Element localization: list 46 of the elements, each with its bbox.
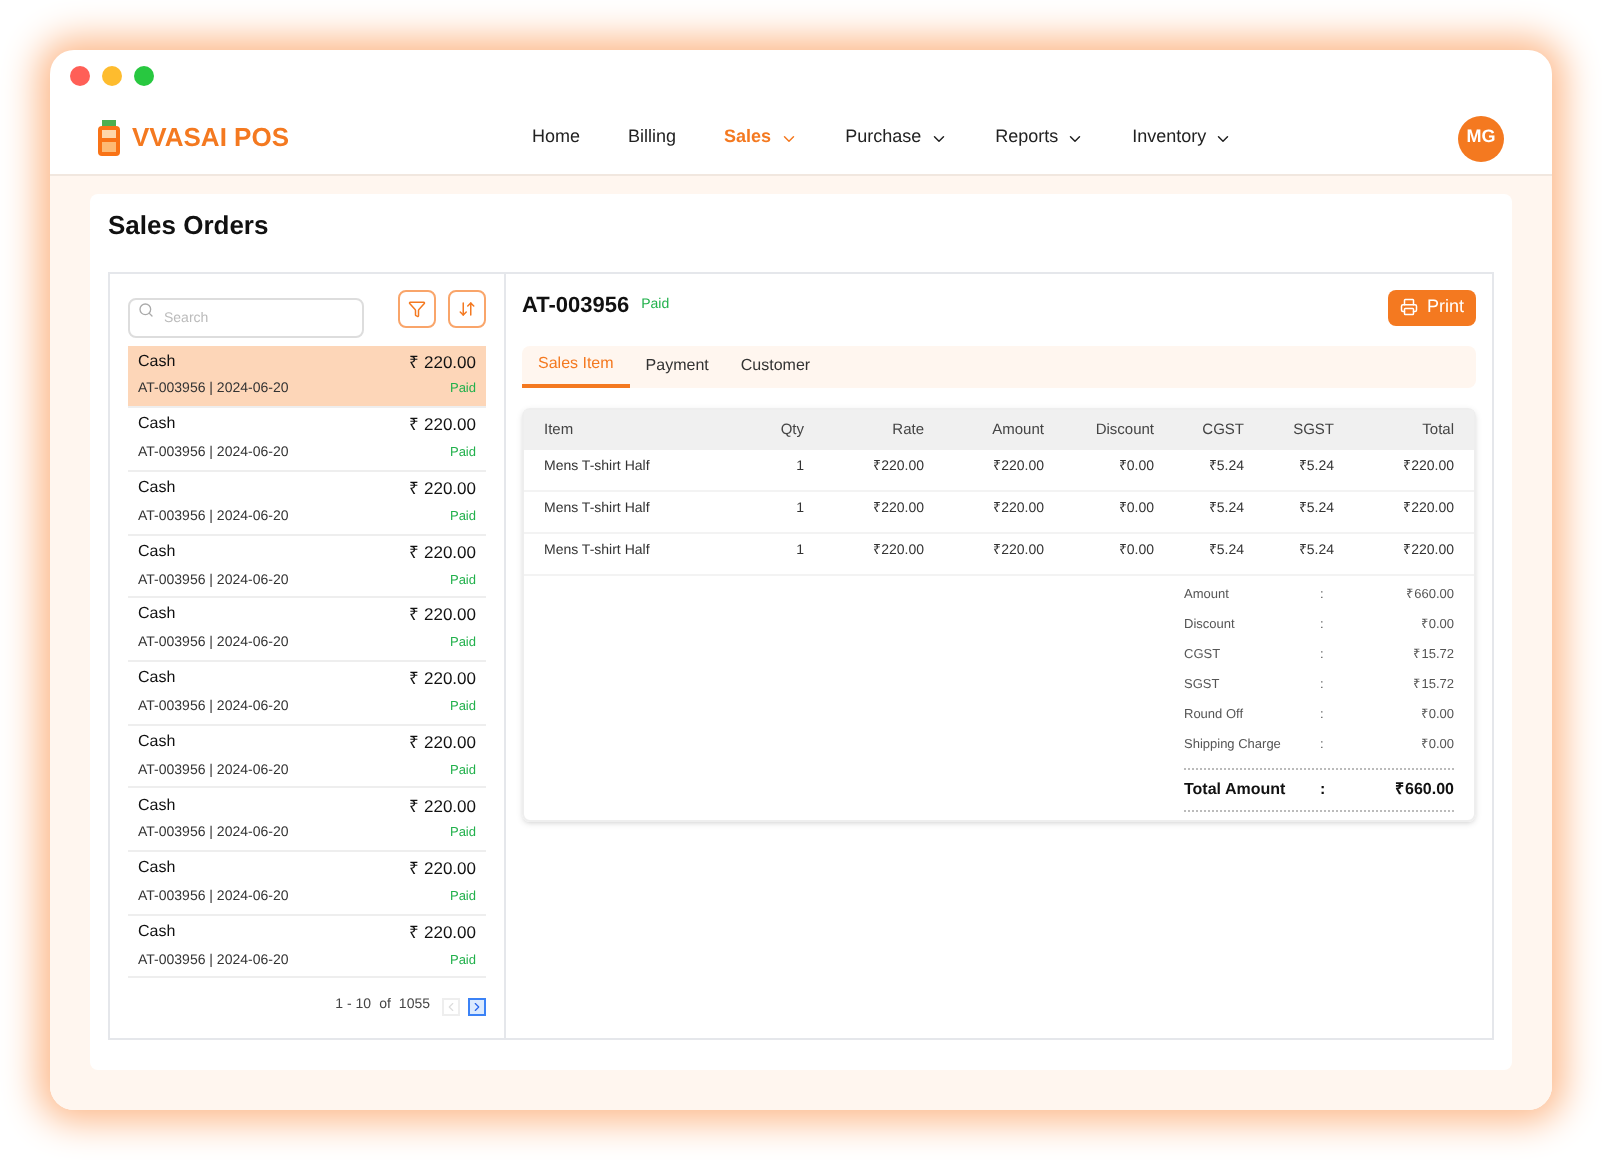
order-amount: ₹ 220.00 <box>409 602 476 629</box>
payment-method: Cash <box>138 666 176 691</box>
page-title: Sales Orders <box>108 208 271 244</box>
total-label: Total Amount <box>1184 777 1288 801</box>
chevron-left-icon <box>444 1000 458 1015</box>
brand-name: VVASAI POS <box>132 120 292 157</box>
nav-link[interactable]: Inventory <box>1132 124 1233 152</box>
payment-method: Cash <box>138 539 176 564</box>
tab[interactable]: Customer <box>724 345 827 387</box>
payment-method: Cash <box>138 919 176 944</box>
nav-link[interactable]: Billing <box>628 124 677 152</box>
order-id: AT-003956 <box>522 292 630 323</box>
nav-link[interactable]: Home <box>532 124 581 152</box>
next-page-button[interactable] <box>468 998 486 1017</box>
nav-link[interactable]: Purchase <box>845 124 948 152</box>
payment-method: Cash <box>138 476 176 501</box>
order-amount: ₹ 220.00 <box>409 666 476 692</box>
minimize-window-icon[interactable] <box>102 66 122 86</box>
filter-button[interactable] <box>398 290 436 328</box>
tab[interactable]: Payment <box>629 345 725 387</box>
search-icon <box>138 301 154 317</box>
order-amount: ₹ 220.00 <box>409 919 476 946</box>
chevron-right-icon <box>470 1000 484 1015</box>
order-amount: ₹ 220.00 <box>409 856 476 882</box>
order-amount: ₹ 220.00 <box>409 539 476 566</box>
order-amount: ₹ 220.00 <box>409 412 476 439</box>
nav-link[interactable]: Reports <box>995 124 1085 152</box>
close-window-icon[interactable] <box>70 66 90 86</box>
printer-icon <box>1400 298 1419 316</box>
filter-icon <box>408 300 426 318</box>
order-amount: ₹ 220.00 <box>409 349 476 375</box>
order-amount: ₹ 220.00 <box>409 729 476 756</box>
maximize-window-icon[interactable] <box>134 66 154 86</box>
sort-button[interactable] <box>448 290 486 328</box>
payment-method: Cash <box>138 729 176 754</box>
payment-method: Cash <box>138 602 176 627</box>
total-separator: : <box>1320 777 1328 801</box>
payment-method: Cash <box>138 793 176 818</box>
payment-method: Cash <box>138 412 176 437</box>
total-value: ₹660.00 <box>1393 777 1454 801</box>
order-amount: ₹ 220.00 <box>409 793 476 819</box>
pos-terminal-icon <box>98 120 120 156</box>
payment-method: Cash <box>138 856 176 881</box>
payment-method: Cash <box>138 349 176 374</box>
sort-icon <box>458 300 476 318</box>
order-amount: ₹ 220.00 <box>409 476 476 502</box>
